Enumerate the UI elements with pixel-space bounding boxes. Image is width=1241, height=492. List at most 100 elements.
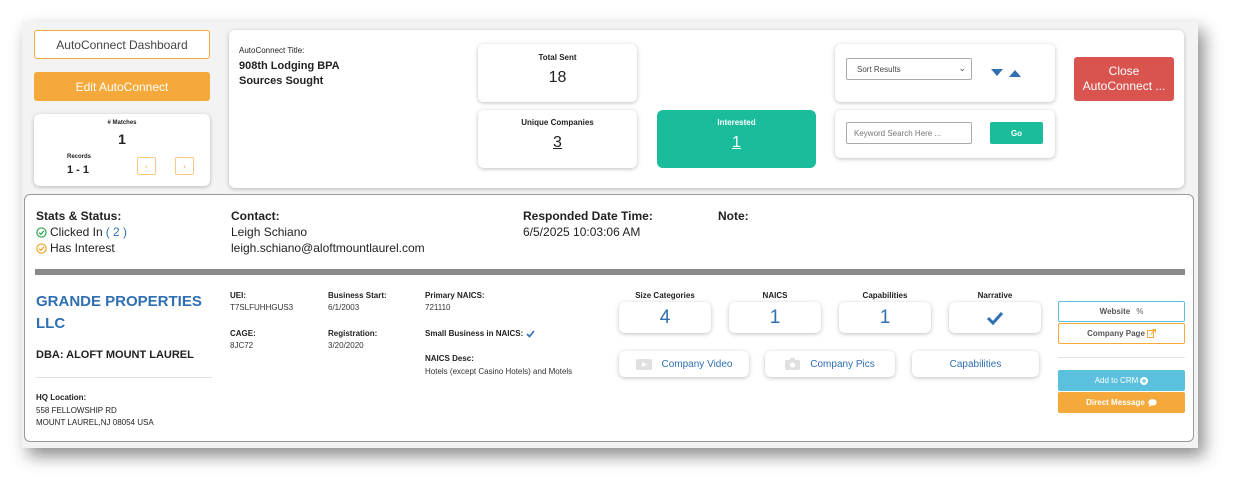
company-pics-label: Company Pics [810, 358, 875, 370]
company-pics-button[interactable]: Company Pics [765, 351, 895, 377]
sort-card: Sort Results ⌄ [835, 44, 1055, 102]
company-page-button[interactable]: Company Page [1058, 323, 1185, 344]
capabilities-button[interactable]: 1 [839, 302, 931, 333]
size-categories-button[interactable]: 4 [619, 302, 711, 333]
sort-ascending-icon[interactable] [1009, 69, 1021, 77]
go-button-label: Go [1010, 128, 1023, 138]
check-circle-icon [36, 242, 47, 254]
stats-status-label: Stats & Status: [36, 209, 122, 223]
primary-naics-label: Primary NAICS: [425, 291, 485, 300]
sort-descending-icon[interactable] [991, 69, 1003, 77]
small-business-row: Small Business in NAICS: [425, 329, 535, 338]
close-autoconnect-button[interactable]: Close AutoConnect ... [1074, 57, 1174, 101]
records-value: 1 - 1 [67, 164, 90, 176]
capabilities-doc-label: Capabilities [949, 358, 1002, 370]
capabilities-value: 1 [879, 306, 891, 328]
hq-line2: MOUNT LAUREL,NJ 08054 USA [36, 418, 154, 427]
title-line2: Sources Sought [239, 75, 324, 87]
contact-label: Contact: [231, 209, 280, 223]
check-circle-icon [36, 226, 47, 238]
interested-card: Interested 1 [657, 110, 816, 168]
has-interest-row: Has Interest [36, 241, 115, 255]
size-categories-label: Size Categories [635, 291, 695, 300]
link-icon: % [1136, 307, 1144, 316]
capabilities-doc-button[interactable]: Capabilities [912, 351, 1039, 377]
direct-message-label: Direct Message [1086, 398, 1145, 407]
sort-results-select[interactable]: Sort Results ⌄ [846, 58, 972, 80]
naics-value: 1 [769, 306, 781, 328]
total-sent-label: Total Sent [538, 53, 577, 62]
go-button[interactable]: Go [990, 122, 1043, 144]
unique-companies-link[interactable]: 3 [478, 134, 637, 152]
interested-label: Interested [717, 118, 756, 127]
hq-line1: 558 FELLOWSHIP RD [36, 406, 117, 415]
records-label: Records [67, 154, 92, 160]
sort-selected-value: Sort Results [857, 65, 901, 74]
title-label: AutoConnect Title: [239, 46, 305, 55]
company-divider [36, 377, 212, 378]
interested-link[interactable]: 1 [657, 134, 816, 152]
responded-label: Responded Date Time: [523, 209, 653, 223]
naics-desc-label: NAICS Desc: [425, 354, 474, 363]
naics-desc-value: Hotels (except Casino Hotels) and Motels [425, 367, 573, 376]
company-video-label: Company Video [661, 358, 733, 370]
company-dba: DBA: ALOFT MOUNT LAUREL [36, 349, 194, 361]
check-icon [526, 329, 535, 338]
size-categories-value: 4 [659, 306, 671, 328]
plus-circle-icon [1140, 376, 1149, 385]
autoconnect-window: AutoConnect Dashboard Edit AutoConnect #… [22, 22, 1198, 448]
registration-value: 3/20/2020 [328, 341, 364, 350]
close-button-label: Close AutoConnect ... [1082, 64, 1166, 93]
company-name-link[interactable]: GRANDE PROPERTIES LLC [36, 291, 206, 335]
matches-card: # Matches 1 Records 1 - 1 ‹ › [34, 114, 210, 186]
company-page-label: Company Page [1087, 329, 1145, 338]
next-record-button[interactable]: › [175, 157, 194, 175]
dashboard-button-label: AutoConnect Dashboard [56, 37, 188, 52]
comment-icon [1148, 398, 1157, 407]
cage-label: CAGE: [230, 329, 256, 338]
prev-record-button[interactable]: ‹ [137, 157, 156, 175]
hq-label: HQ Location: [36, 393, 87, 402]
clicked-in-text: Clicked In [50, 225, 103, 239]
contact-email[interactable]: leigh.schiano@aloftmountlaurel.com [231, 241, 425, 255]
direct-message-button[interactable]: Direct Message [1058, 392, 1185, 413]
business-start-label: Business Start: [328, 291, 387, 300]
chevron-down-icon: ⌄ [958, 63, 966, 73]
uei-value: T7SLFUHHGUS3 [230, 303, 294, 312]
add-to-crm-button[interactable]: Add to CRM [1058, 370, 1185, 391]
small-business-label: Small Business in NAICS: [425, 329, 524, 338]
capabilities-label: Capabilities [862, 291, 908, 300]
naics-label: NAICS [762, 291, 788, 300]
unique-companies-label: Unique Companies [521, 118, 594, 127]
company-video-button[interactable]: Company Video [619, 351, 749, 377]
cage-value: 8JC72 [230, 341, 254, 350]
narrative-button[interactable] [949, 302, 1041, 333]
website-button[interactable]: Website % [1058, 301, 1185, 322]
total-sent-value: 18 [548, 69, 567, 86]
chevron-left-icon: ‹ [145, 161, 148, 171]
matches-label: # Matches [107, 120, 137, 126]
clicked-in-row: Clicked In ( 2 ) [36, 225, 127, 239]
match-detail-panel: Stats & Status: Clicked In ( 2 ) Has Int… [24, 194, 1194, 442]
registration-label: Registration: [328, 329, 378, 338]
chevron-right-icon: › [183, 161, 186, 171]
matches-value: 1 [118, 131, 126, 147]
edit-autoconnect-button[interactable]: Edit AutoConnect [34, 72, 210, 101]
title-line1: 908th Lodging BPA [239, 60, 340, 72]
check-icon [986, 311, 1004, 325]
naics-button[interactable]: 1 [729, 302, 821, 333]
keyword-search-input[interactable] [846, 122, 972, 144]
autoconnect-dashboard-button[interactable]: AutoConnect Dashboard [34, 30, 210, 59]
action-divider [1058, 357, 1185, 358]
unique-companies-card: Unique Companies 3 [478, 110, 637, 168]
external-link-icon [1146, 329, 1156, 338]
primary-naics-value: 721110 [425, 303, 451, 312]
website-label: Website [1099, 307, 1131, 316]
autoconnect-summary-card: AutoConnect Title: 908th Lodging BPA Sou… [229, 30, 1184, 188]
contact-name: Leigh Schiano [231, 225, 308, 239]
add-to-crm-label: Add to CRM [1094, 376, 1139, 385]
video-icon [635, 358, 652, 370]
uei-label: UEI: [230, 291, 246, 300]
clicked-in-count[interactable]: ( 2 ) [106, 225, 127, 239]
section-divider [35, 269, 1185, 275]
